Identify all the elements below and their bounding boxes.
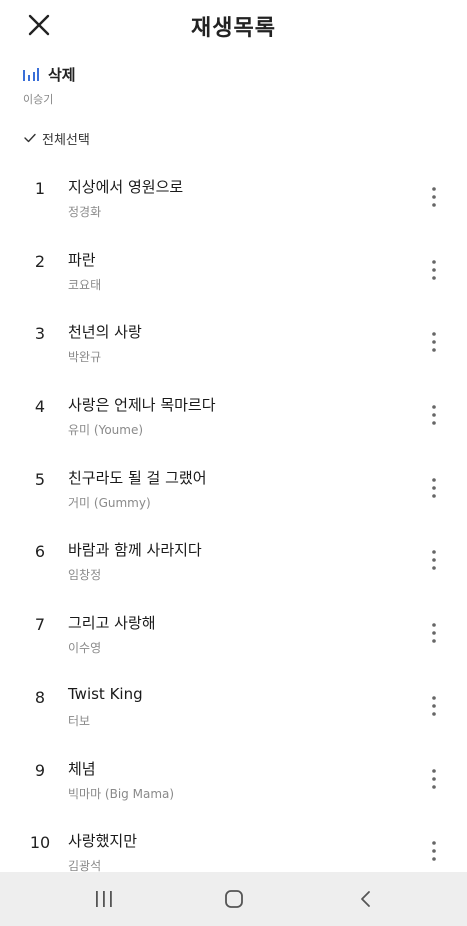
more-options-button[interactable] xyxy=(425,404,443,426)
list-item[interactable]: 3 천년의 사랑 박완규 xyxy=(0,307,467,380)
song-artist: 정경화 xyxy=(68,205,102,219)
home-button[interactable] xyxy=(222,889,246,909)
track-number: 5 xyxy=(34,469,46,489)
more-vert-icon xyxy=(432,768,436,789)
navigation-bar xyxy=(0,872,467,926)
track-number: 7 xyxy=(34,615,46,635)
more-options-button[interactable] xyxy=(425,549,443,571)
back-icon xyxy=(361,891,370,907)
song-artist: 코요태 xyxy=(68,277,102,292)
more-vert-icon xyxy=(432,259,436,280)
list-item[interactable]: 6 바람과 함께 사라지다 임창정 xyxy=(0,525,467,598)
more-vert-icon xyxy=(432,841,436,861)
more-vert-icon xyxy=(432,696,436,716)
track-number: 10 xyxy=(29,833,51,853)
list-item[interactable]: 1 지상에서 영원으로 정경화 xyxy=(0,162,467,235)
check-icon xyxy=(24,133,36,143)
more-vert-icon xyxy=(432,187,436,207)
song-title: 천년의 사랑 xyxy=(68,323,142,342)
more-options-button[interactable] xyxy=(425,695,443,717)
list-item[interactable]: 10 사랑했지만 김광석 xyxy=(0,816,467,872)
list-item[interactable]: 9 체념 빅마마 (Big Mama) xyxy=(0,744,467,817)
list-item[interactable]: 2 파란 코요태 xyxy=(0,235,467,308)
song-title: Twist King xyxy=(68,684,143,703)
track-number: 6 xyxy=(34,542,46,562)
song-list: 1 지상에서 영원으로 정경화 2 파란 코요태 3 천년의 사랑 박완규 4 … xyxy=(0,162,467,872)
song-title: 사랑했지만 xyxy=(68,832,138,851)
track-number: 2 xyxy=(34,251,46,271)
more-vert-icon xyxy=(432,405,436,425)
song-artist: 터보 xyxy=(68,713,91,728)
song-artist: 박완규 xyxy=(68,350,102,365)
track-number: 9 xyxy=(34,760,46,780)
playlist-screen: 재생목록 삭제 이승기 전체선택 1 지상에서 영원으로 정경화 2 파란 코요… xyxy=(0,0,467,926)
track-number: 1 xyxy=(34,179,46,198)
song-title: 바람과 함께 사라지다 xyxy=(68,541,202,560)
list-item[interactable]: 5 친구라도 될 걸 그랬어 거미 (Gummy) xyxy=(0,453,467,526)
track-number: 8 xyxy=(34,687,46,707)
now-playing-artist: 이승기 xyxy=(23,93,54,106)
header: 재생목록 xyxy=(0,0,467,52)
now-playing[interactable]: 삭제 xyxy=(23,63,76,85)
select-all-label: 전체선택 xyxy=(42,132,90,148)
now-playing-title: 삭제 xyxy=(48,65,76,84)
song-title: 파란 xyxy=(68,250,96,269)
song-artist: 유미 (Youme) xyxy=(68,423,144,438)
more-vert-icon xyxy=(432,550,436,571)
more-options-button[interactable] xyxy=(425,622,443,644)
more-options-button[interactable] xyxy=(425,840,443,862)
song-artist: 이수영 xyxy=(68,641,102,656)
page-title: 재생목록 xyxy=(191,16,276,41)
song-title: 그리고 사랑해 xyxy=(68,614,156,633)
list-item[interactable]: 8 Twist King 터보 xyxy=(0,671,467,744)
more-options-button[interactable] xyxy=(425,331,443,353)
more-options-button[interactable] xyxy=(425,259,443,281)
song-artist: 거미 (Gummy) xyxy=(68,495,151,510)
select-all-button[interactable]: 전체선택 xyxy=(24,129,90,148)
more-options-button[interactable] xyxy=(425,477,443,499)
song-artist: 임창정 xyxy=(68,568,102,583)
track-number: 4 xyxy=(34,397,46,417)
home-icon xyxy=(225,890,243,908)
song-title: 지상에서 영원으로 xyxy=(68,178,184,196)
song-title: 사랑은 언제나 목마르다 xyxy=(68,396,216,415)
more-vert-icon xyxy=(432,623,436,643)
more-vert-icon xyxy=(432,477,436,498)
song-artist: 김광석 xyxy=(68,859,102,872)
more-options-button[interactable] xyxy=(425,186,443,208)
more-options-button[interactable] xyxy=(425,768,443,790)
track-number: 3 xyxy=(34,324,46,344)
list-item[interactable]: 4 사랑은 언제나 목마르다 유미 (Youme) xyxy=(0,380,467,453)
song-title: 친구라도 될 걸 그랬어 xyxy=(68,468,207,487)
recents-button[interactable] xyxy=(92,889,116,909)
song-title: 체념 xyxy=(68,759,96,778)
song-artist: 빅마마 (Big Mama) xyxy=(68,786,175,801)
more-vert-icon xyxy=(432,332,436,353)
list-item[interactable]: 7 그리고 사랑해 이수영 xyxy=(0,598,467,671)
back-button[interactable] xyxy=(354,889,378,909)
equalizer-icon xyxy=(23,68,39,81)
recents-icon xyxy=(96,891,112,907)
